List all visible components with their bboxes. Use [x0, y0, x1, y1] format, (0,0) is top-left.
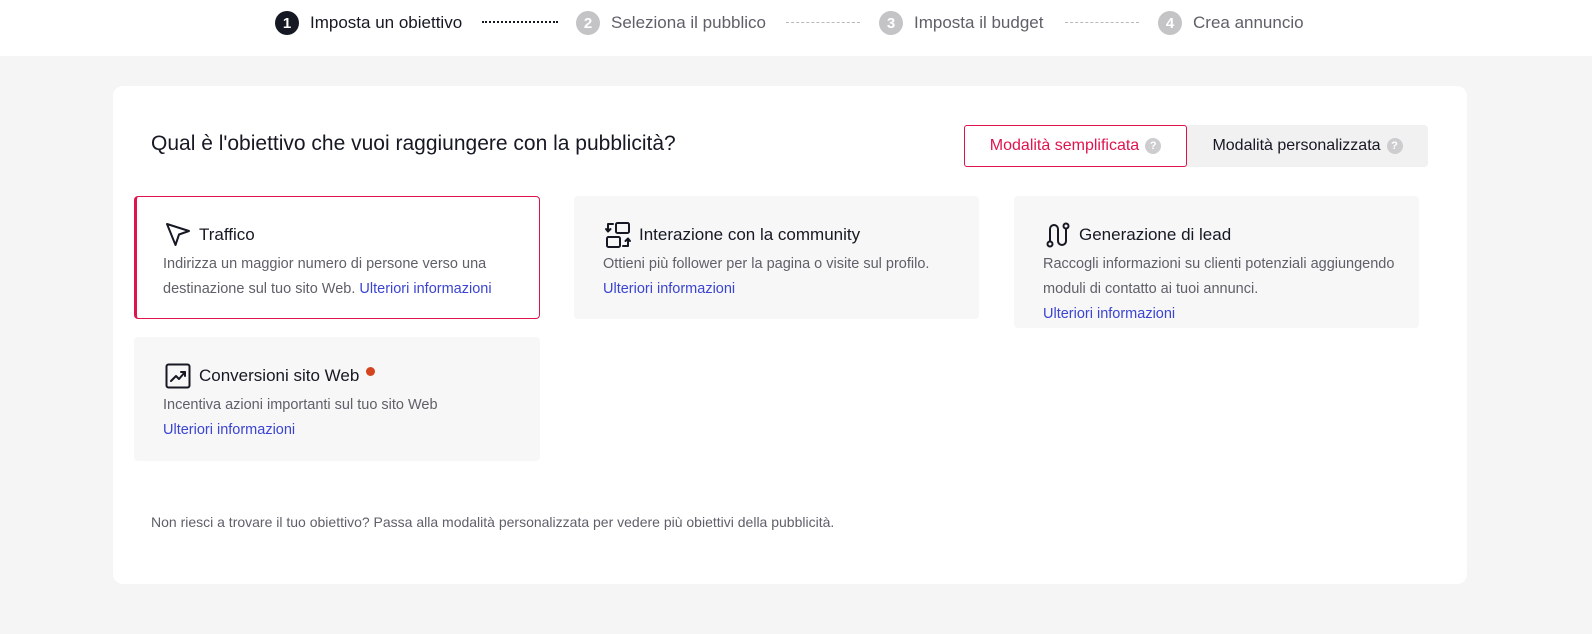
trending-chart-icon: [163, 361, 193, 391]
mode-toggle: Modalità semplificata ? Modalità persona…: [964, 125, 1428, 167]
learn-more-link[interactable]: Ulteriori informazioni: [163, 422, 295, 438]
step-number-badge: 3: [879, 11, 903, 35]
step-number-badge: 2: [576, 11, 600, 35]
objective-card-lead-generation[interactable]: Generazione di lead Raccogli informazion…: [1014, 196, 1419, 328]
page-title: Qual è l'obiettivo che vuoi raggiungere …: [151, 132, 676, 155]
step-number-badge: 4: [1158, 11, 1182, 35]
step-label: Seleziona il pubblico: [611, 13, 766, 32]
objective-panel: Qual è l'obiettivo che vuoi raggiungere …: [113, 86, 1467, 584]
step-create-ad: 4 Crea annuncio: [1158, 11, 1304, 35]
mode-label: Modalità personalizzata: [1212, 137, 1381, 154]
step-number-badge: 1: [275, 11, 299, 35]
step-connector: [482, 21, 558, 23]
objective-title: Generazione di lead: [1079, 225, 1232, 244]
lead-path-icon: [1043, 220, 1073, 250]
objective-description: Ottieni più follower per la pagina o vis…: [603, 252, 973, 302]
step-select-audience: 2 Seleziona il pubblico: [576, 11, 766, 35]
step-label: Imposta il budget: [914, 13, 1044, 32]
objective-title: Interazione con la community: [639, 225, 861, 244]
step-connector: [786, 22, 860, 23]
custom-mode-button[interactable]: Modalità personalizzata ?: [1187, 125, 1428, 167]
description-text: Raccogli informazioni su clienti potenzi…: [1043, 256, 1395, 297]
objective-title: Traffico: [199, 225, 255, 244]
step-label: Imposta un obiettivo: [310, 13, 463, 32]
help-icon[interactable]: ?: [1145, 138, 1162, 154]
cursor-arrow-icon: [163, 220, 193, 250]
learn-more-link[interactable]: Ulteriori informazioni: [1043, 306, 1175, 322]
step-label: Crea annuncio: [1193, 13, 1304, 32]
objective-card-community[interactable]: Interazione con la community Ottieni più…: [574, 196, 979, 319]
help-icon[interactable]: ?: [1386, 138, 1403, 154]
objective-description: Raccogli informazioni su clienti potenzi…: [1043, 252, 1413, 327]
step-set-objective: 1 Imposta un obiettivo: [275, 11, 462, 35]
objective-card-website-conversions[interactable]: Conversioni sito Web Incentiva azioni im…: [134, 337, 540, 461]
step-set-budget: 3 Imposta il budget: [879, 11, 1043, 35]
progress-stepper: 1 Imposta un obiettivo 2 Seleziona il pu…: [0, 0, 1592, 56]
simplified-mode-button[interactable]: Modalità semplificata ?: [964, 125, 1187, 167]
mode-label: Modalità semplificata: [989, 137, 1140, 154]
community-interaction-icon: [603, 220, 633, 250]
custom-mode-hint: Non riesci a trovare il tuo obiettivo? P…: [151, 514, 835, 530]
learn-more-link[interactable]: Ulteriori informazioni: [359, 281, 491, 297]
objective-title: Conversioni sito Web: [199, 366, 360, 385]
objective-description: Indirizza un maggior numero di persone v…: [163, 252, 533, 302]
description-text: Incentiva azioni importanti sul tuo sito…: [163, 397, 438, 413]
step-connector: [1065, 22, 1139, 23]
learn-more-link[interactable]: Ulteriori informazioni: [603, 281, 735, 297]
new-badge-dot: [366, 366, 376, 376]
objective-card-traffic[interactable]: Traffico Indirizza un maggior numero di …: [134, 196, 540, 319]
objective-description: Incentiva azioni importanti sul tuo sito…: [163, 393, 533, 443]
description-text: Ottieni più follower per la pagina o vis…: [603, 256, 930, 272]
